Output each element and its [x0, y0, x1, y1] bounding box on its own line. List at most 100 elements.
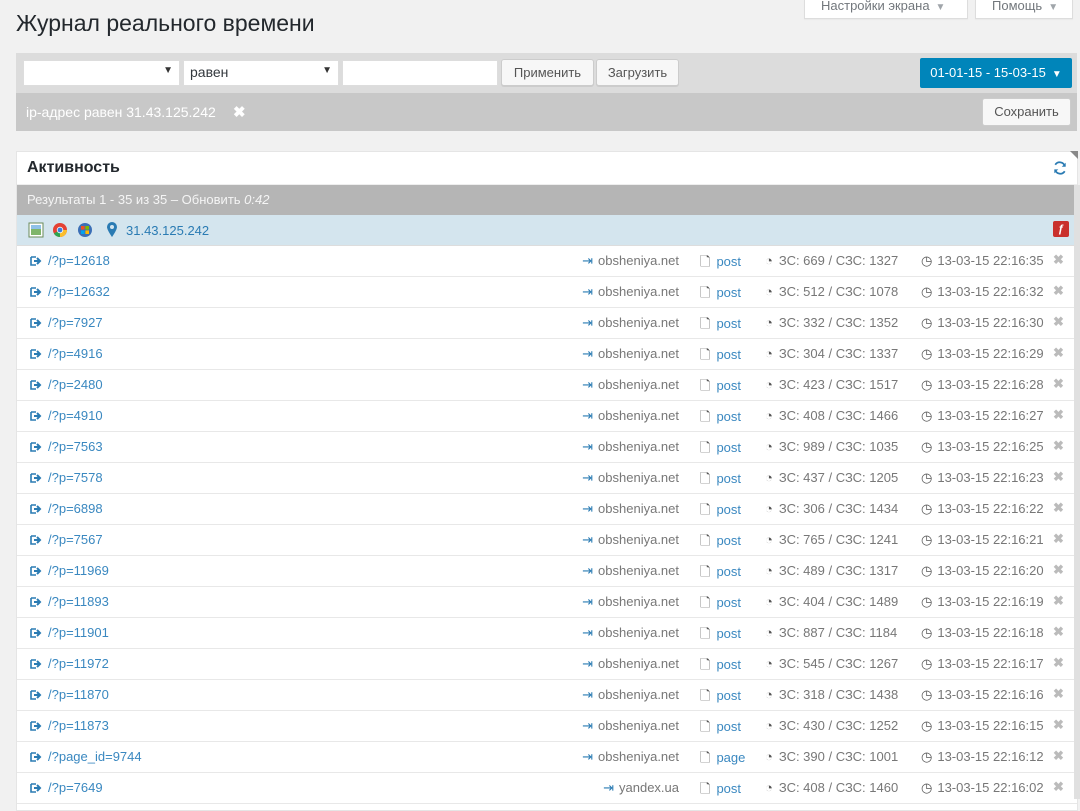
visit-url-link[interactable]: /?p=11893	[48, 594, 109, 609]
visit-url-link[interactable]: /?p=7927	[48, 315, 103, 330]
content-type-link[interactable]: post	[716, 688, 741, 703]
exit-link-icon	[30, 473, 42, 483]
referrer-link[interactable]: obsheniya.net	[598, 687, 679, 702]
content-type-link[interactable]: post	[716, 502, 741, 517]
referrer-link[interactable]: obsheniya.net	[598, 594, 679, 609]
content-type-link[interactable]: post	[716, 378, 741, 393]
filter-bar: ▼ равен ▼ Применить Загрузить 01-01-15 -…	[16, 53, 1077, 93]
help-tab[interactable]: Помощь ▼	[975, 0, 1073, 19]
content-type-link[interactable]: post	[716, 409, 741, 424]
referrer-link[interactable]: obsheniya.net	[598, 656, 679, 671]
load-button[interactable]: Загрузить	[596, 59, 679, 86]
delete-icon[interactable]: ✖	[1053, 748, 1064, 764]
delete-icon[interactable]: ✖	[1053, 562, 1064, 578]
visit-url-link[interactable]: /?p=11901	[48, 625, 109, 640]
visit-url-link[interactable]: /?p=11873	[48, 718, 109, 733]
delete-icon[interactable]: ✖	[1053, 252, 1064, 268]
content-type-link[interactable]: post	[716, 316, 741, 331]
referrer-link[interactable]: obsheniya.net	[598, 718, 679, 733]
referrer-link[interactable]: obsheniya.net	[598, 346, 679, 361]
visit-url-link[interactable]: /?p=11972	[48, 656, 109, 671]
scrollbar[interactable]	[1074, 185, 1080, 799]
referrer-link[interactable]: obsheniya.net	[598, 470, 679, 485]
visit-url-link[interactable]: /?p=6898	[48, 501, 103, 516]
visit-url-link[interactable]: /?p=4916	[48, 346, 103, 361]
refresh-icon[interactable]	[1053, 161, 1067, 175]
visitor-ip-link[interactable]: 31.43.125.242	[126, 223, 209, 238]
document-icon: 🗋	[700, 471, 711, 486]
content-type-link[interactable]: post	[716, 440, 741, 455]
visit-url-link[interactable]: /?p=4910	[48, 408, 103, 423]
delete-icon[interactable]: ✖	[1053, 624, 1064, 640]
referrer-link[interactable]: yandex.ua	[619, 780, 679, 795]
exit-link-icon	[30, 783, 42, 793]
referrer-link[interactable]: obsheniya.net	[598, 532, 679, 547]
delete-icon[interactable]: ✖	[1053, 469, 1064, 485]
visit-url-link[interactable]: /?p=7578	[48, 470, 103, 485]
visit-url-link[interactable]: /?p=12632	[48, 284, 110, 299]
delete-icon[interactable]: ✖	[1053, 438, 1064, 454]
dashboard-icon: ◔	[765, 346, 773, 361]
visit-row: /?p=12632 ⇥ obsheniya.net 🗋 post ◔ ЗС: 512 / С…	[17, 277, 1077, 308]
delete-icon[interactable]: ✖	[1053, 283, 1064, 299]
referrer-link[interactable]: obsheniya.net	[598, 625, 679, 640]
referrer-link[interactable]: obsheniya.net	[598, 408, 679, 423]
content-type-link[interactable]: post	[716, 595, 741, 610]
clock-icon: ◷	[921, 377, 933, 392]
delete-icon[interactable]: ✖	[1053, 531, 1064, 547]
referrer-link[interactable]: obsheniya.net	[598, 501, 679, 516]
speed-stats: ЗС: 306 / СЗС: 1434	[778, 501, 899, 516]
delete-icon[interactable]: ✖	[1053, 686, 1064, 702]
referrer-link[interactable]: obsheniya.net	[598, 253, 679, 268]
date-range-button[interactable]: 01-01-15 - 15-03-15 ▼	[920, 58, 1072, 88]
content-type-link[interactable]: post	[716, 471, 741, 486]
referrer-link[interactable]: obsheniya.net	[598, 563, 679, 578]
visit-url-link[interactable]: /?p=7563	[48, 439, 103, 454]
sign-in-icon: ⇥	[582, 470, 594, 485]
content-type-link[interactable]: post	[716, 719, 741, 734]
screen-options-tab[interactable]: Настройки экрана ▼	[804, 0, 968, 19]
content-type-link[interactable]: post	[716, 626, 741, 641]
delete-icon[interactable]: ✖	[1053, 593, 1064, 609]
remove-condition-icon[interactable]: ✖	[233, 103, 246, 121]
content-type-link[interactable]: post	[716, 347, 741, 362]
filter-operator-select[interactable]: равен ▼	[183, 60, 339, 86]
content-type-link[interactable]: post	[716, 533, 741, 548]
content-type-link[interactable]: post	[716, 781, 741, 796]
sign-in-icon: ⇥	[582, 687, 594, 702]
delete-icon[interactable]: ✖	[1053, 717, 1064, 733]
visit-url-link[interactable]: /?p=11870	[48, 687, 109, 702]
content-type-link[interactable]: post	[716, 285, 741, 300]
visit-time: 13-03-15 22:16:22	[937, 501, 1044, 516]
delete-icon[interactable]: ✖	[1053, 407, 1064, 423]
content-type-link[interactable]: page	[716, 750, 745, 765]
visit-time: 13-03-15 22:16:25	[937, 439, 1044, 454]
visit-url-link[interactable]: /?p=12618	[48, 253, 110, 268]
delete-icon[interactable]: ✖	[1053, 500, 1064, 516]
apply-button[interactable]: Применить	[501, 59, 594, 86]
visit-url-link[interactable]: /?p=7567	[48, 532, 103, 547]
delete-icon[interactable]: ✖	[1053, 314, 1064, 330]
delete-icon[interactable]: ✖	[1053, 779, 1064, 795]
visit-url-link[interactable]: /?p=2480	[48, 377, 103, 392]
referrer-link[interactable]: obsheniya.net	[598, 315, 679, 330]
delete-icon[interactable]: ✖	[1053, 345, 1064, 361]
delete-icon[interactable]: ✖	[1053, 655, 1064, 671]
visit-url-link[interactable]: /?p=11969	[48, 563, 109, 578]
content-type-link[interactable]: post	[716, 254, 741, 269]
dashboard-icon: ◔	[765, 749, 773, 764]
visit-url-link[interactable]: /?page_id=9744	[48, 749, 142, 764]
save-button[interactable]: Сохранить	[982, 98, 1071, 126]
referrer-link[interactable]: obsheniya.net	[598, 749, 679, 764]
visit-url-link[interactable]: /?p=7649	[48, 780, 103, 795]
delete-icon[interactable]: ✖	[1053, 376, 1064, 392]
filter-field-select[interactable]: ▼	[23, 60, 180, 86]
content-type-link[interactable]: post	[716, 657, 741, 672]
flash-icon: ƒ	[1053, 221, 1069, 237]
map-marker-icon[interactable]	[107, 222, 117, 237]
referrer-link[interactable]: obsheniya.net	[598, 439, 679, 454]
content-type-link[interactable]: post	[716, 564, 741, 579]
filter-value-input[interactable]	[342, 60, 498, 86]
referrer-link[interactable]: obsheniya.net	[598, 377, 679, 392]
referrer-link[interactable]: obsheniya.net	[598, 284, 679, 299]
